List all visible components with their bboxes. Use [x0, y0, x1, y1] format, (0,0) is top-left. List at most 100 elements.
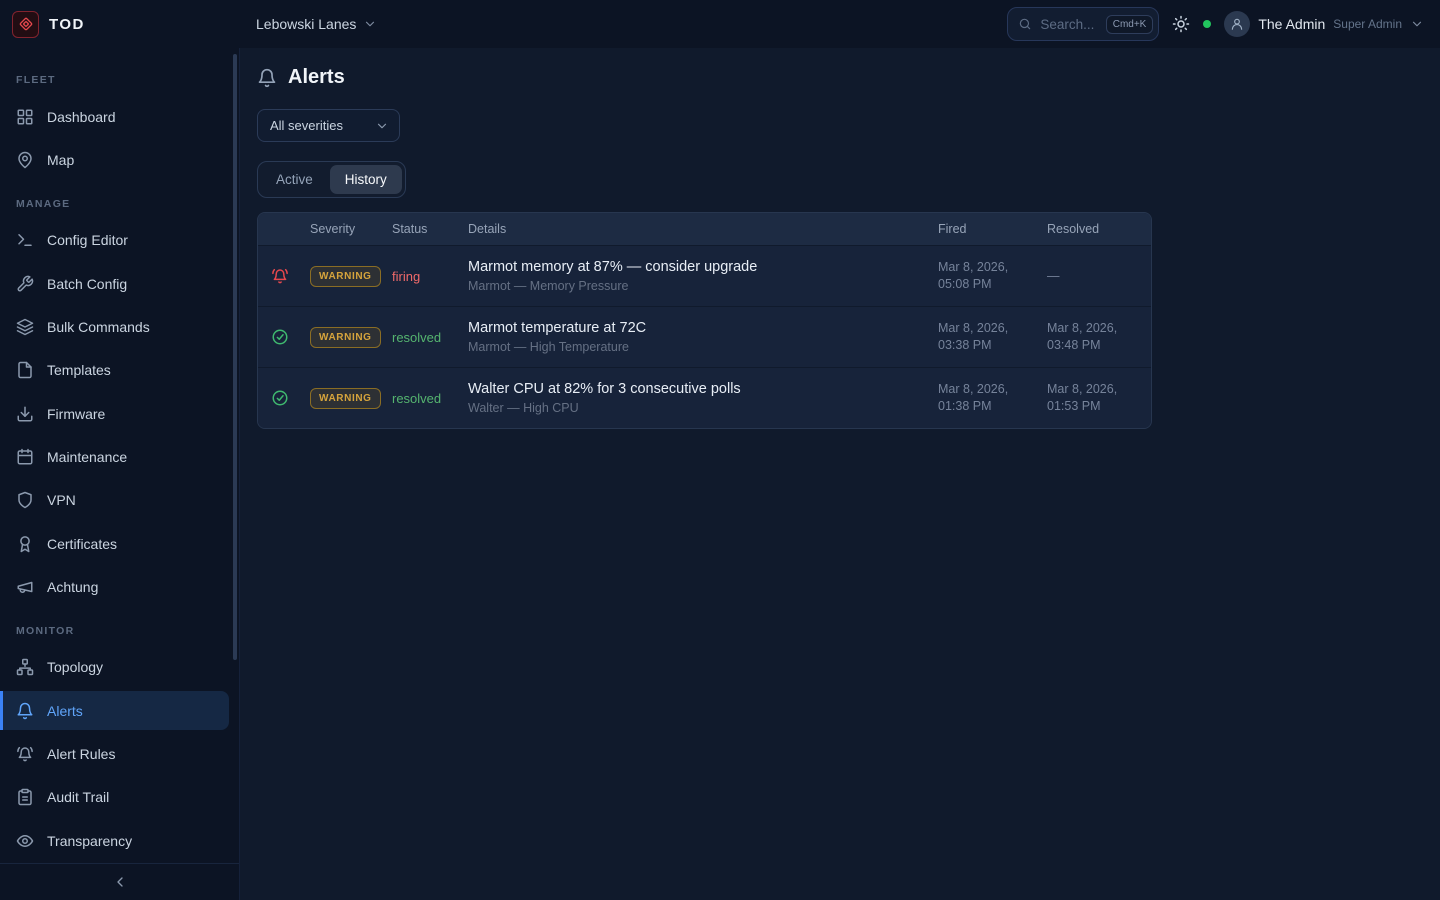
sidebar-item-firmware[interactable]: Firmware [0, 394, 229, 433]
resolved-time: Mar 8, 2026, 01:53 PM [1039, 381, 1151, 415]
map-pin-icon [16, 151, 34, 169]
search-input[interactable]: Search... Cmd+K [1007, 7, 1159, 41]
calendar-icon [16, 448, 34, 466]
wrench-icon [16, 275, 34, 293]
alert-title: Marmot temperature at 72C [468, 320, 930, 336]
severity-filter-select[interactable]: All severities [257, 109, 400, 142]
sidebar-item-alert-rules[interactable]: Alert Rules [0, 734, 229, 773]
topology-icon [16, 658, 34, 676]
page-title: Alerts [288, 66, 345, 89]
alert-details: Marmot memory at 87% — consider upgrade … [460, 259, 930, 293]
alert-bell-icon [271, 267, 289, 285]
sidebar-item-label: Templates [47, 362, 111, 378]
terminal-icon [16, 231, 34, 249]
certificate-icon [16, 535, 34, 553]
alert-title: Walter CPU at 82% for 3 consecutive poll… [468, 381, 930, 397]
sidebar-item-bulk-commands[interactable]: Bulk Commands [0, 307, 229, 346]
online-status-dot [1203, 20, 1211, 28]
search-icon [1018, 17, 1032, 31]
sidebar-item-batch-config[interactable]: Batch Config [0, 264, 229, 303]
sidebar-item-label: Bulk Commands [47, 319, 150, 335]
sidebar-collapse-button[interactable] [0, 863, 239, 900]
sidebar-item-transparency[interactable]: Transparency [0, 821, 229, 860]
sidebar-item-label: Transparency [47, 833, 132, 849]
column-header-resolved: Resolved [1039, 222, 1151, 236]
chevron-down-icon [1410, 17, 1424, 31]
sidebar-item-maintenance[interactable]: Maintenance [0, 437, 229, 476]
table-row[interactable]: WARNING firing Marmot memory at 87% — co… [258, 245, 1151, 306]
sidebar-item-label: Batch Config [47, 276, 127, 292]
sidebar-item-label: Certificates [47, 536, 117, 552]
sidebar-item-label: Alert Rules [47, 746, 115, 762]
section-label-fleet: FLEET [0, 58, 239, 95]
table-row[interactable]: WARNING resolved Marmot temperature at 7… [258, 306, 1151, 367]
topbar: TOD Lebowski Lanes Search... Cmd+K The A… [0, 0, 1440, 48]
severity-filter-value: All severities [270, 118, 343, 133]
sidebar-item-label: VPN [47, 492, 76, 508]
sidebar-scrollbar[interactable] [233, 54, 237, 660]
theme-toggle-button[interactable] [1172, 15, 1190, 33]
sidebar-item-topology[interactable]: Topology [0, 648, 229, 687]
status-text: resolved [384, 330, 460, 345]
row-icon-cell [258, 328, 302, 346]
bell-ring-icon [16, 745, 34, 763]
megaphone-icon [16, 578, 34, 596]
sidebar-item-label: Config Editor [47, 232, 128, 248]
check-circle-icon [271, 389, 289, 407]
brand: TOD [0, 11, 240, 38]
sidebar-item-label: Topology [47, 659, 103, 675]
user-icon [1230, 17, 1244, 31]
sidebar-item-templates[interactable]: Templates [0, 351, 229, 390]
sidebar-item-label: Firmware [47, 406, 105, 422]
app-logo-icon [12, 11, 39, 38]
alerts-tabs: Active History [257, 161, 406, 198]
sidebar: FLEET Dashboard Map MANAGE Config Editor… [0, 48, 240, 900]
sidebar-item-certificates[interactable]: Certificates [0, 524, 229, 563]
org-selector[interactable]: Lebowski Lanes [256, 16, 377, 32]
alert-subtitle: Marmot — High Temperature [468, 340, 930, 354]
shield-icon [16, 491, 34, 509]
tab-history[interactable]: History [330, 165, 402, 194]
sidebar-item-config-editor[interactable]: Config Editor [0, 221, 229, 260]
sidebar-item-map[interactable]: Map [0, 140, 229, 179]
severity-badge: WARNING [310, 266, 381, 287]
eye-icon [16, 832, 34, 850]
row-icon-cell [258, 389, 302, 407]
main-content: Alerts All severities Active History Sev… [240, 48, 1440, 900]
check-circle-icon [271, 328, 289, 346]
chevron-down-icon [363, 17, 377, 31]
table-row[interactable]: WARNING resolved Walter CPU at 82% for 3… [258, 367, 1151, 428]
chevron-down-icon [375, 119, 389, 133]
tab-active[interactable]: Active [261, 165, 328, 194]
file-icon [16, 361, 34, 379]
status-text: resolved [384, 391, 460, 406]
sidebar-item-dashboard[interactable]: Dashboard [0, 97, 229, 136]
table-header-row: Severity Status Details Fired Resolved [258, 213, 1151, 245]
column-header-fired: Fired [930, 222, 1039, 236]
section-label-monitor: MONITOR [0, 609, 239, 646]
search-placeholder: Search... [1040, 17, 1097, 32]
sidebar-item-label: Audit Trail [47, 789, 109, 805]
sidebar-item-vpn[interactable]: VPN [0, 481, 229, 520]
alert-title: Marmot memory at 87% — consider upgrade [468, 259, 930, 275]
alerts-table: Severity Status Details Fired Resolved W… [257, 212, 1152, 429]
severity-badge: WARNING [310, 388, 381, 409]
sidebar-item-label: Maintenance [47, 449, 127, 465]
sidebar-item-label: Achtung [47, 579, 98, 595]
sidebar-item-achtung[interactable]: Achtung [0, 567, 229, 606]
severity-badge: WARNING [310, 327, 381, 348]
user-menu[interactable]: The Admin Super Admin [1224, 11, 1424, 37]
sidebar-item-audit-trail[interactable]: Audit Trail [0, 778, 229, 817]
org-name: Lebowski Lanes [256, 16, 356, 32]
alerts-bell-icon [257, 68, 277, 88]
bell-icon [16, 702, 34, 720]
sidebar-item-alerts[interactable]: Alerts [0, 691, 229, 730]
column-header-details: Details [460, 222, 930, 236]
fired-time: Mar 8, 2026, 03:38 PM [930, 320, 1039, 354]
fired-time: Mar 8, 2026, 05:08 PM [930, 259, 1039, 293]
download-icon [16, 405, 34, 423]
resolved-time: Mar 8, 2026, 03:48 PM [1039, 320, 1151, 354]
avatar [1224, 11, 1250, 37]
sidebar-item-label: Dashboard [47, 109, 116, 125]
column-header-severity: Severity [302, 222, 384, 236]
